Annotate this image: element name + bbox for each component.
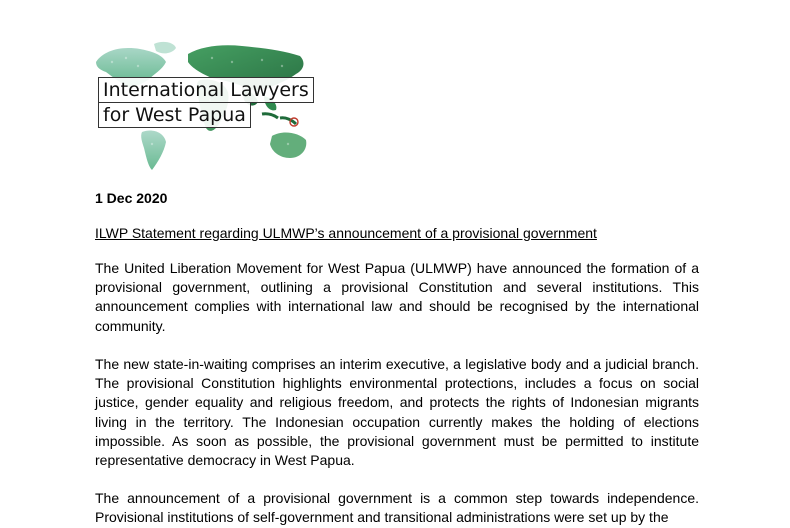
statement-subject: ILWP Statement regarding ULMWP’s announc… — [95, 225, 597, 241]
logo-text-line1: International Lawyers — [98, 77, 314, 103]
paragraph-3: The announcement of a provisional govern… — [95, 490, 699, 526]
ilwp-logo: International Lawyers for West Papua — [92, 40, 322, 175]
paragraph-1: The United Liberation Movement for West … — [95, 260, 699, 334]
paragraph-2: The new state-in-waiting comprises an in… — [95, 356, 699, 469]
statement-date: 1 Dec 2020 — [95, 190, 168, 206]
logo-text-line2: for West Papua — [98, 102, 251, 128]
